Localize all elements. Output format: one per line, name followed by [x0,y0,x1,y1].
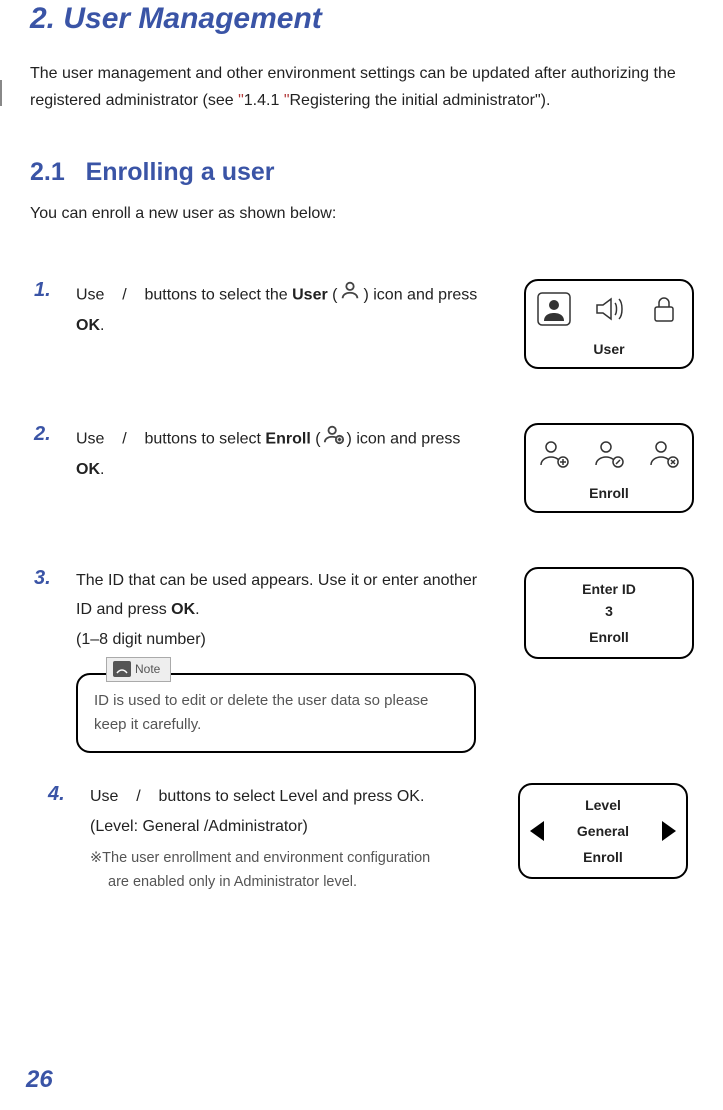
step-1-bold2: OK [76,317,100,334]
step-2-text-pre: Use / buttons to select [76,431,265,448]
sound-menu-icon [591,291,627,327]
device-panel-enterid-title: Enter ID [582,581,636,597]
user-icon [339,279,361,312]
step-2-bold2: OK [76,461,100,478]
step-3: 3. The ID that can be used appears. Use … [30,567,723,752]
step-4-footnote: ※The user enrollment and environment con… [90,847,480,895]
device-panel-enterid-label: Enroll [589,629,629,645]
step-4-foot1: ※The user enrollment and environment con… [90,847,480,871]
enroll-edit-icon [591,435,627,471]
step-3-body: The ID that can be used appears. Use it … [76,567,506,752]
step-3-line1-bold: OK [171,601,195,618]
device-panel-level-label: Enroll [583,849,623,865]
step-1-text-pre: Use / buttons to select the [76,287,292,304]
device-panel-user-icons [536,291,682,327]
intro-paragraph: The user management and other environmen… [30,60,723,114]
note-label: Note [135,660,160,679]
section-heading: Enrolling a user [86,158,275,186]
device-panel-enroll-label: Enroll [589,485,629,501]
step-3-line2: (1–8 digit number) [76,626,486,655]
step-1-bold1: User [292,287,328,304]
step-4: 4. Use / buttons to select Level and pre… [44,783,723,895]
device-panel-enroll: Enroll [524,423,694,513]
step-1-text-mid: ( [328,287,338,304]
page-number: 26 [26,1066,53,1094]
step-3-number: 3. [30,567,58,590]
chapter-title: 2. User Management [30,2,723,36]
step-1-body: Use / buttons to select the User ( ) ico… [76,279,506,341]
intro-ref-title: Registering the initial administrator"). [290,92,551,109]
note-box: Note ID is used to edit or delete the us… [76,673,476,753]
device-panel-level-row: General [530,821,676,841]
section-indent-bar [0,80,2,106]
step-1: 1. Use / buttons to select the User ( ) … [30,279,723,369]
device-panel-enterid-value: 3 [605,603,613,619]
note-text: ID is used to edit or delete the user da… [94,692,428,733]
step-4-line2: (Level: General /Administrator) [90,813,480,842]
enroll-icon [323,423,345,456]
user-menu-icon [536,291,572,327]
step-2-number: 2. [30,423,58,446]
step-2: 2. Use / buttons to select Enroll ( ) ic… [30,423,723,513]
step-2-body: Use / buttons to select Enroll ( ) icon … [76,423,506,485]
step-2-text-post: ) icon and press [347,431,461,448]
device-panel-enroll-icons [536,435,682,471]
lock-menu-icon [646,291,682,327]
note-badge: Note [106,657,171,682]
section-intro: You can enroll a new user as shown below… [30,205,723,223]
step-2-text-mid: ( [311,431,321,448]
enroll-delete-icon [646,435,682,471]
arrow-left-icon[interactable] [530,821,544,841]
section-number: 2.1 [30,158,65,186]
intro-ref-num: 1.4.1 [244,92,284,109]
device-panel-user-label: User [593,341,624,357]
step-2-text-end: . [100,461,104,478]
step-4-line1: Use / buttons to select Level and press … [90,788,424,805]
note-icon [113,661,131,677]
section-title: 2.1 Enrolling a user [30,158,723,187]
step-4-foot2: are enabled only in Administrator level. [90,871,480,895]
step-1-text-end: . [100,317,104,334]
step-3-line1-pre: The ID that can be used appears. Use it … [76,572,477,618]
device-panel-enterid: Enter ID 3 Enroll [524,567,694,659]
step-1-number: 1. [30,279,58,302]
device-panel-level-value: General [577,823,629,839]
step-1-text-post: ) icon and press [363,287,477,304]
step-4-body: Use / buttons to select Level and press … [90,783,500,895]
device-panel-user: User [524,279,694,369]
arrow-right-icon[interactable] [662,821,676,841]
step-3-line1-post: . [195,601,199,618]
device-panel-level-title: Level [585,797,621,813]
step-2-bold1: Enroll [265,431,310,448]
device-panel-level: Level General Enroll [518,783,688,879]
enroll-add-icon [536,435,572,471]
step-4-number: 4. [44,783,72,806]
